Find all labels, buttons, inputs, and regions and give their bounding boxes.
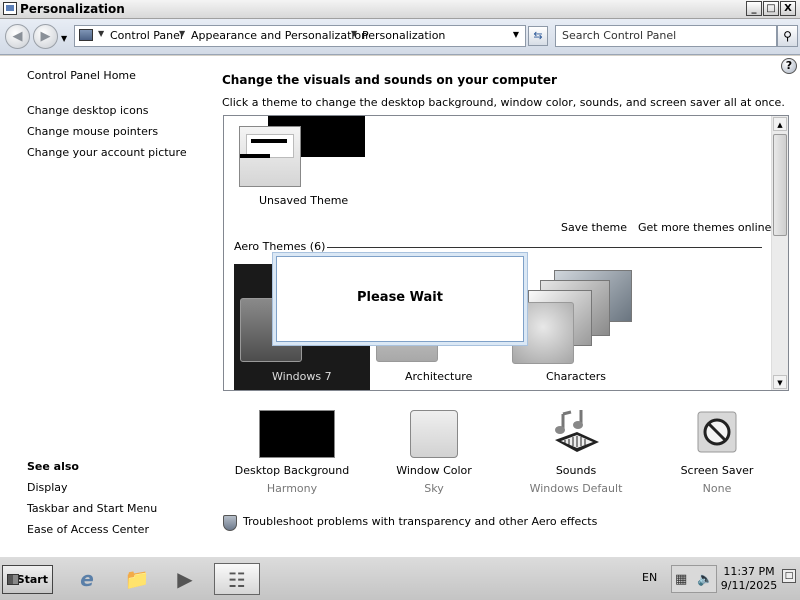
media-player-icon[interactable]: ▶ — [166, 563, 204, 595]
screen-saver-label: Screen Saver — [680, 464, 754, 477]
window-color-label: Window Color — [396, 464, 472, 477]
clock-date: 9/11/2025 — [720, 579, 778, 592]
control-panel-home-link[interactable]: Control Panel Home — [27, 69, 136, 82]
back-button[interactable]: ◀ — [5, 24, 30, 49]
please-wait-dialog: Please Wait — [276, 256, 524, 342]
ease-of-access-link[interactable]: Ease of Access Center — [27, 523, 149, 536]
forward-button[interactable]: ▶ — [33, 24, 58, 49]
desktop-background-icon — [259, 410, 335, 458]
address-dropdown-icon[interactable]: ▼ — [513, 30, 519, 39]
sounds-setting[interactable]: Sounds Windows Default — [511, 410, 641, 495]
address-toolbar: ◀ ▶ ▼ ▼ Control Panel ▼ Appearance and P… — [0, 19, 800, 55]
shield-icon — [223, 515, 237, 531]
screen-saver-value: None — [702, 482, 732, 495]
network-icon[interactable]: ▦ — [675, 572, 687, 587]
sounds-label: Sounds — [555, 464, 597, 477]
main-content: Control Panel Home Change desktop icons … — [0, 56, 800, 556]
preview-bar — [240, 154, 270, 158]
refresh-button[interactable]: ⇆ — [528, 26, 548, 46]
page-title: Change the visuals and sounds on your co… — [222, 73, 557, 87]
troubleshoot-link[interactable]: Troubleshoot problems with transparency … — [243, 515, 597, 528]
please-wait-text: Please Wait — [357, 290, 443, 305]
page-description: Click a theme to change the desktop back… — [222, 96, 785, 109]
address-bar[interactable]: ▼ Control Panel ▼ Appearance and Persona… — [74, 25, 526, 47]
display-link[interactable]: Display — [27, 481, 68, 494]
taskbar: Start e 📁 ▶ ☷ EN ▦ 🔈 11:37 PM 9/11/2025 … — [0, 556, 800, 600]
screen-saver-setting[interactable]: Screen Saver None — [652, 410, 782, 495]
breadcrumb-appearance[interactable]: Appearance and Personalization — [191, 29, 368, 42]
save-theme-link[interactable]: Save theme — [561, 221, 627, 234]
internet-explorer-icon[interactable]: e — [68, 563, 106, 595]
see-also-heading: See also — [27, 460, 79, 473]
chevron-right-icon[interactable]: ▼ — [98, 29, 104, 38]
recent-pages-chevron-icon[interactable]: ▼ — [61, 34, 67, 43]
minimize-button[interactable]: _ — [746, 1, 762, 16]
clock-time: 11:37 PM — [723, 565, 775, 578]
sounds-value: Windows Default — [529, 482, 623, 495]
close-button[interactable]: X — [780, 1, 796, 16]
theme-list[interactable]: Unsaved Theme Save theme Get more themes… — [223, 115, 789, 391]
chevron-right-icon[interactable]: ▼ — [351, 29, 357, 38]
language-indicator[interactable]: EN — [642, 571, 657, 584]
scroll-thumb[interactable] — [773, 134, 787, 236]
get-more-themes-link[interactable]: Get more themes online — [638, 221, 771, 234]
chevron-right-icon[interactable]: ▼ — [179, 29, 185, 38]
theme-list-scrollbar[interactable]: ▲ ▼ — [771, 116, 788, 390]
file-explorer-icon[interactable]: 📁 — [118, 563, 156, 595]
taskbar-start-menu-link[interactable]: Taskbar and Start Menu — [27, 502, 157, 515]
screen-saver-icon — [697, 411, 737, 453]
start-button[interactable]: Start — [2, 565, 53, 594]
window-color-setting[interactable]: Window Color Sky — [376, 410, 506, 495]
window-color-value: Sky — [424, 482, 444, 495]
sounds-icon — [555, 410, 599, 452]
unsaved-theme-label[interactable]: Unsaved Theme — [259, 194, 348, 207]
desktop-background-label: Desktop Background — [234, 464, 350, 477]
left-navigation: Control Panel Home Change desktop icons … — [27, 56, 207, 556]
desktop-background-setting[interactable]: Desktop Background Harmony — [227, 410, 357, 495]
control-panel-folder-icon — [79, 29, 93, 41]
theme-label: Characters — [546, 370, 607, 383]
unsaved-theme-thumbnail[interactable] — [239, 126, 301, 187]
scroll-down-icon[interactable]: ▼ — [773, 375, 787, 389]
breadcrumb-control-panel[interactable]: Control Panel — [110, 29, 183, 42]
show-desktop-icon[interactable]: □ — [782, 569, 796, 583]
preview-bar — [251, 139, 287, 143]
volume-icon[interactable]: 🔈 — [697, 572, 713, 587]
title-bar: Personalization _ □ X — [0, 0, 800, 19]
start-label: Start — [16, 573, 48, 586]
change-account-picture-link[interactable]: Change your account picture — [27, 146, 187, 159]
search-input[interactable]: Search Control Panel — [555, 25, 777, 47]
aero-themes-header: Aero Themes (6) — [234, 240, 326, 253]
control-panel-icon — [3, 2, 17, 15]
theme-characters[interactable]: Characters — [510, 266, 646, 383]
windows-logo-icon — [7, 574, 19, 585]
change-mouse-pointers-link[interactable]: Change mouse pointers — [27, 125, 158, 138]
clock[interactable]: 11:37 PM 9/11/2025 — [717, 565, 781, 593]
maximize-button[interactable]: □ — [763, 1, 779, 16]
control-panel-taskbar-icon[interactable]: ☷ — [214, 563, 260, 595]
help-icon[interactable]: ? — [781, 58, 797, 74]
change-desktop-icons-link[interactable]: Change desktop icons — [27, 104, 149, 117]
window-color-icon — [410, 410, 458, 458]
search-icon[interactable]: ⚲ — [777, 25, 798, 47]
scroll-up-icon[interactable]: ▲ — [773, 117, 787, 131]
desktop-background-value: Harmony — [266, 482, 318, 495]
theme-label: Architecture — [405, 370, 473, 383]
window-title: Personalization — [20, 2, 125, 16]
system-tray: ▦ 🔈 — [671, 565, 717, 593]
theme-label: Windows 7 — [272, 370, 332, 383]
breadcrumb-personalization[interactable]: Personalization — [362, 29, 445, 42]
group-divider — [327, 247, 762, 248]
